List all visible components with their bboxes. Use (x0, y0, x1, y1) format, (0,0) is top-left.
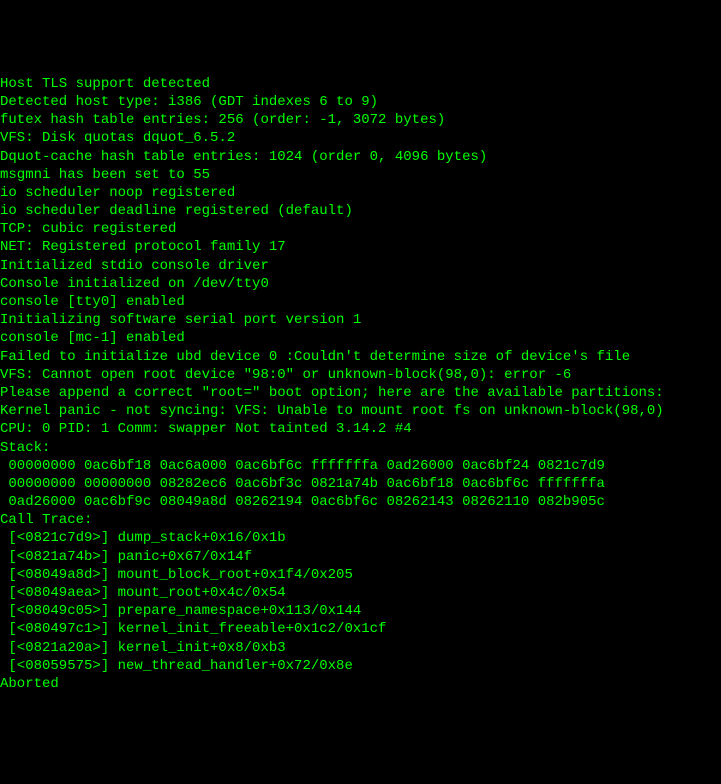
terminal-line: 00000000 00000000 08282ec6 0ac6bf3c 0821… (0, 475, 721, 493)
terminal-line: 0ad26000 0ac6bf9c 08049a8d 08262194 0ac6… (0, 493, 721, 511)
terminal-line: [<08049c05>] prepare_namespace+0x113/0x1… (0, 602, 721, 620)
terminal-line: [<08049a8d>] mount_block_root+0x1f4/0x20… (0, 566, 721, 584)
terminal-line: VFS: Cannot open root device "98:0" or u… (0, 366, 721, 384)
terminal-line: [<0821a74b>] panic+0x67/0x14f (0, 548, 721, 566)
terminal-line: 00000000 0ac6bf18 0ac6a000 0ac6bf6c ffff… (0, 457, 721, 475)
terminal-line: Host TLS support detected (0, 75, 721, 93)
terminal-line: io scheduler noop registered (0, 184, 721, 202)
terminal-line: TCP: cubic registered (0, 220, 721, 238)
terminal-line: console [mc-1] enabled (0, 329, 721, 347)
terminal-line: Aborted (0, 675, 721, 693)
terminal-line: Kernel panic - not syncing: VFS: Unable … (0, 402, 721, 420)
terminal-line: Detected host type: i386 (GDT indexes 6 … (0, 93, 721, 111)
terminal-line: Please append a correct "root=" boot opt… (0, 384, 721, 402)
terminal-line: console [tty0] enabled (0, 293, 721, 311)
terminal-line: CPU: 0 PID: 1 Comm: swapper Not tainted … (0, 420, 721, 438)
terminal-line: futex hash table entries: 256 (order: -1… (0, 111, 721, 129)
terminal-output: Host TLS support detectedDetected host t… (0, 75, 721, 693)
terminal-line: [<0821c7d9>] dump_stack+0x16/0x1b (0, 529, 721, 547)
terminal-line: msgmni has been set to 55 (0, 166, 721, 184)
terminal-line: Call Trace: (0, 511, 721, 529)
terminal-line: [<080497c1>] kernel_init_freeable+0x1c2/… (0, 620, 721, 638)
terminal-line: Console initialized on /dev/tty0 (0, 275, 721, 293)
terminal-line: Stack: (0, 439, 721, 457)
terminal-line: Initialized stdio console driver (0, 257, 721, 275)
terminal-line: [<08059575>] new_thread_handler+0x72/0x8… (0, 657, 721, 675)
terminal-line: io scheduler deadline registered (defaul… (0, 202, 721, 220)
terminal-line: [<0821a20a>] kernel_init+0x8/0xb3 (0, 639, 721, 657)
terminal-line: Initializing software serial port versio… (0, 311, 721, 329)
terminal-line: NET: Registered protocol family 17 (0, 238, 721, 256)
terminal-line: Dquot-cache hash table entries: 1024 (or… (0, 148, 721, 166)
terminal-line: [<08049aea>] mount_root+0x4c/0x54 (0, 584, 721, 602)
terminal-line: VFS: Disk quotas dquot_6.5.2 (0, 129, 721, 147)
terminal-line: Failed to initialize ubd device 0 :Could… (0, 348, 721, 366)
